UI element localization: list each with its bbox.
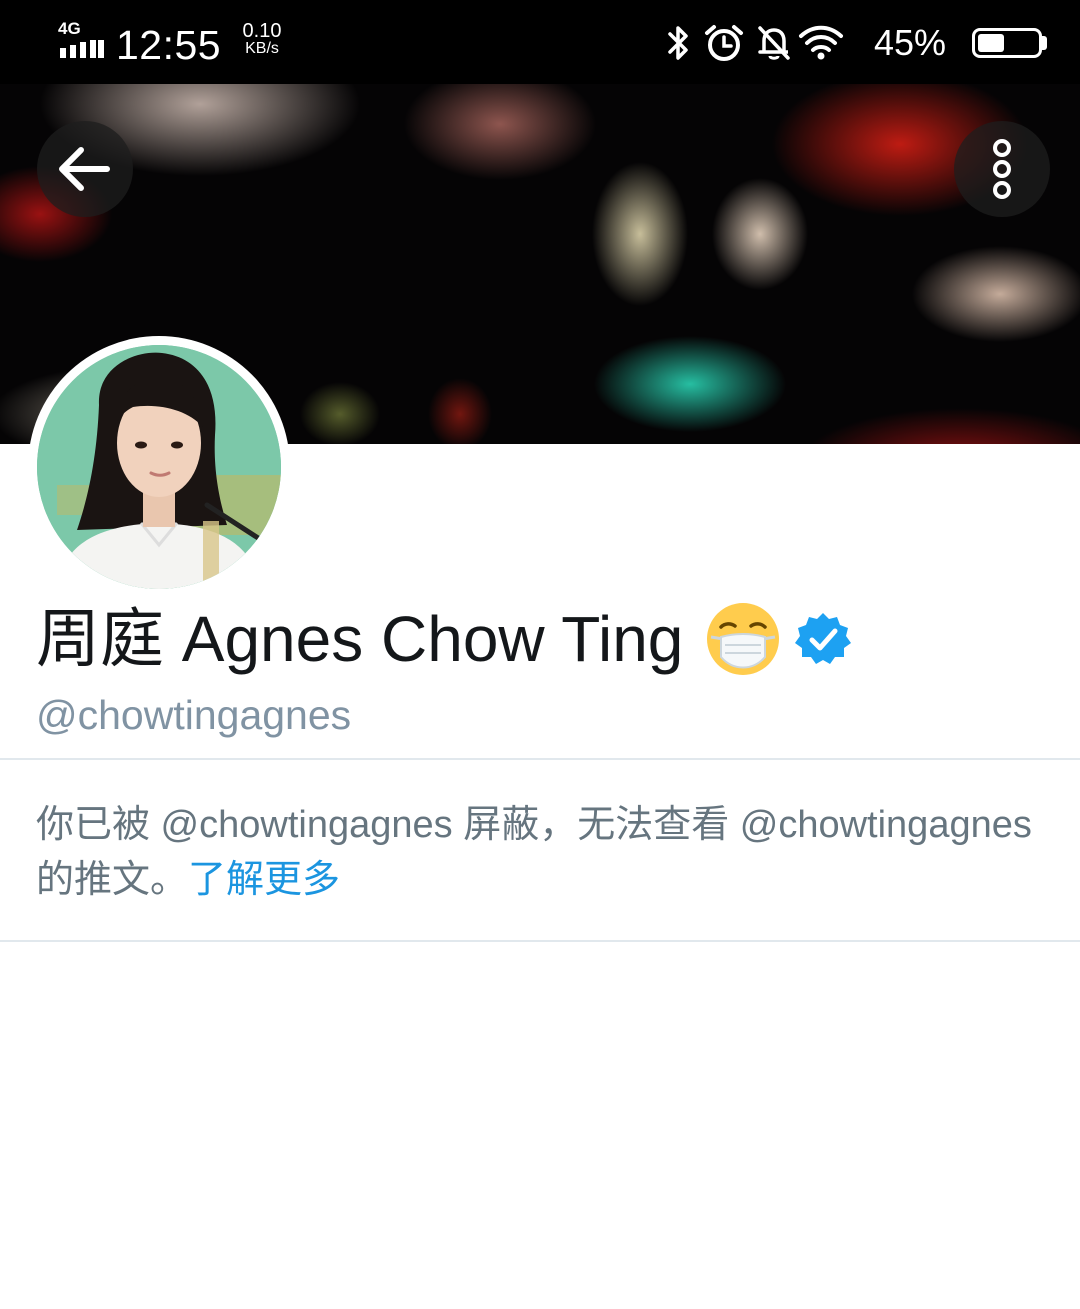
bluetooth-icon <box>668 26 688 60</box>
blocked-notice: 你已被 @chowtingagnes 屏蔽，无法查看 @chowtingagne… <box>36 798 1036 908</box>
wifi-icon <box>799 25 843 60</box>
avatar-image <box>37 345 281 589</box>
divider-bottom <box>0 940 1080 942</box>
user-handle: @chowtingagnes <box>36 692 352 738</box>
status-bar: 4G 12:55 0.10 KB/s 45% <box>0 0 1080 84</box>
verified-badge-icon <box>795 613 852 664</box>
divider-top <box>0 758 1080 760</box>
clock: 12:55 <box>116 22 222 68</box>
more-options-button[interactable] <box>954 121 1050 217</box>
back-arrow-icon <box>59 147 110 191</box>
display-name-row: 周庭 Agnes Chow Ting <box>36 596 852 682</box>
medical-mask-emoji-icon <box>707 603 780 675</box>
signal-icon <box>60 40 104 58</box>
battery-tip <box>1042 36 1047 50</box>
network-speed: 0.10 KB/s <box>232 20 292 58</box>
display-name: 周庭 Agnes Chow Ting <box>36 603 684 675</box>
speed-value: 0.10 <box>242 20 282 42</box>
speed-unit: KB/s <box>245 40 279 57</box>
more-vertical-icon <box>993 139 1011 199</box>
profile-page: 4G 12:55 0.10 KB/s 45% 周庭 Agnes Chow Tin… <box>0 0 1080 1309</box>
alarm-icon <box>705 25 743 61</box>
battery-level <box>978 34 1004 52</box>
blocked-notice-text: 你已被 @chowtingagnes 屏蔽，无法查看 @chowtingagne… <box>36 804 1032 901</box>
avatar[interactable] <box>28 336 290 598</box>
battery-icon <box>972 28 1042 58</box>
battery-percent: 45% <box>874 22 947 63</box>
network-type: 4G <box>58 19 81 38</box>
mute-bell-icon <box>758 26 790 60</box>
back-button[interactable] <box>37 121 133 217</box>
learn-more-link[interactable]: 了解更多 <box>188 859 340 901</box>
status-right: 45% <box>664 18 1047 68</box>
avatar-photo <box>37 345 281 589</box>
